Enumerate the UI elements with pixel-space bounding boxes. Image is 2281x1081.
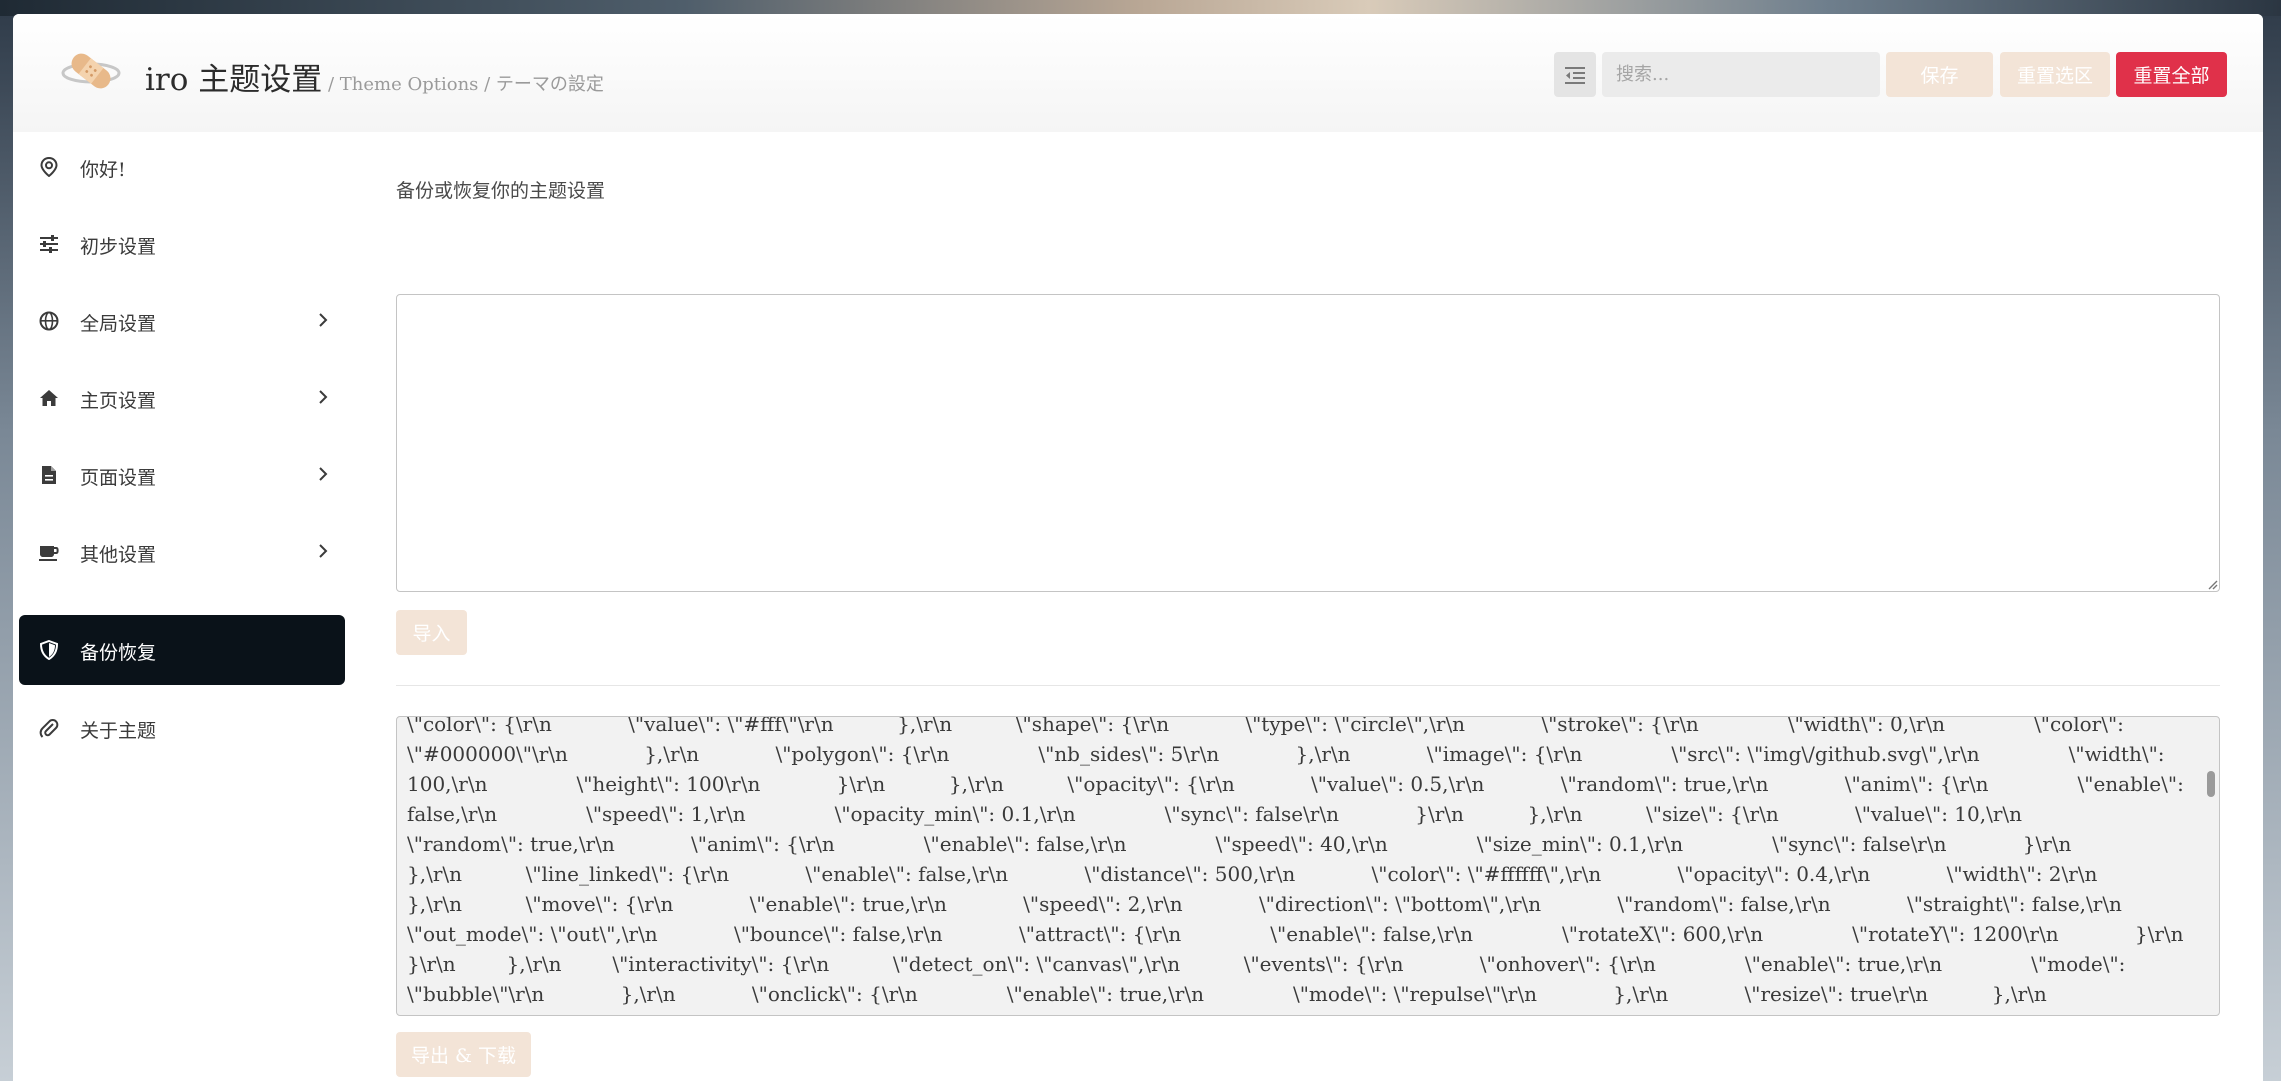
sidebar-item-label: 关于主题	[80, 720, 157, 742]
sidebar-item-label: 初步设置	[80, 236, 157, 258]
chevron-right-icon	[319, 313, 328, 327]
title-separator: /	[322, 74, 340, 95]
sidebar-nav: 你好! 初步设置 全局设置 主页设置 页面设置 其他设置 备份恢复 关于主题	[13, 132, 353, 1081]
location-pin-icon	[40, 157, 58, 177]
resize-handle-icon[interactable]	[2206, 578, 2218, 590]
section-description: 备份或恢复你的主题设置	[396, 180, 606, 202]
chevron-right-icon	[319, 467, 328, 481]
sidebar-item-label: 备份恢复	[80, 642, 157, 664]
theme-options-panel: iro 主题设置 / Theme Options / テーマの設定 保存 重置选…	[13, 14, 2263, 1081]
sidebar-item-global-settings[interactable]: 全局设置	[19, 286, 345, 356]
indent-icon	[1565, 66, 1585, 84]
sidebar-item-about-theme[interactable]: 关于主题	[19, 693, 345, 763]
sidebar-item-label: 你好!	[80, 159, 126, 181]
export-download-button[interactable]: 导出 & 下载	[396, 1032, 531, 1077]
page-subtitle: Theme Options / テーマの設定	[339, 74, 604, 95]
file-icon	[42, 466, 56, 484]
sidebar-item-homepage-settings[interactable]: 主页设置	[19, 363, 345, 433]
sidebar-item-label: 主页设置	[80, 390, 157, 412]
paperclip-icon	[39, 719, 59, 738]
reset-section-button[interactable]: 重置选区	[2000, 52, 2110, 97]
sidebar-item-backup-restore[interactable]: 备份恢复	[19, 615, 345, 685]
chevron-right-icon	[319, 544, 328, 558]
sidebar-item-hello[interactable]: 你好!	[19, 132, 345, 202]
chevron-right-icon	[319, 390, 328, 404]
sidebar-item-other-settings[interactable]: 其他设置	[19, 517, 345, 587]
search-input[interactable]	[1602, 52, 1880, 97]
sliders-icon	[40, 235, 58, 253]
collapse-sections-button[interactable]	[1554, 52, 1596, 97]
save-button[interactable]: 保存	[1886, 52, 1993, 97]
sidebar-item-label: 全局设置	[80, 313, 157, 335]
bandage-logo-icon	[61, 53, 121, 89]
page-title: iro 主题设置 / Theme Options / テーマの設定	[145, 54, 604, 99]
header: iro 主题设置 / Theme Options / テーマの設定 保存 重置选…	[13, 14, 2263, 132]
shield-icon	[39, 640, 59, 660]
sidebar-item-page-settings[interactable]: 页面设置	[19, 440, 345, 510]
coffee-icon	[39, 546, 59, 561]
reset-all-button[interactable]: 重置全部	[2116, 52, 2227, 97]
divider	[396, 685, 2220, 686]
globe-icon	[39, 311, 59, 331]
import-button[interactable]: 导入	[396, 610, 467, 655]
import-textarea[interactable]	[396, 294, 2220, 592]
sidebar-item-label: 其他设置	[80, 544, 157, 566]
export-textarea[interactable]: \"color\": {\r\n \"value\": \"#fff\"\r\n…	[396, 716, 2220, 1016]
page-title-main: iro 主题设置	[145, 62, 323, 98]
backup-restore-section: 备份或恢复你的主题设置 导入 \"color\": {\r\n \"value\…	[353, 132, 2263, 1081]
sidebar-item-label: 页面设置	[80, 467, 157, 489]
scrollbar-thumb[interactable]	[2207, 771, 2215, 797]
export-data-text: \"color\": {\r\n \"value\": \"#fff\"\r\n…	[407, 716, 2184, 1015]
home-icon	[40, 390, 58, 406]
sidebar-item-initial-settings[interactable]: 初步设置	[19, 209, 345, 279]
